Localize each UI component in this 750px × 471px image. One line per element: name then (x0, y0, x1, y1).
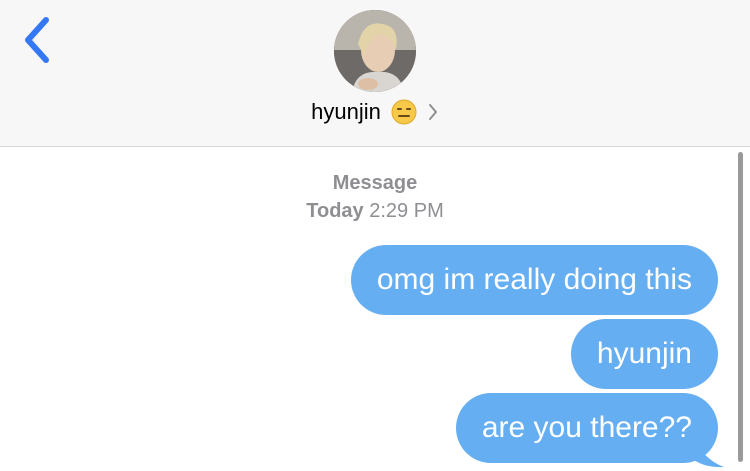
avatar[interactable] (334, 10, 416, 92)
timestamp: Today 2:29 PM (0, 200, 750, 223)
message-bubble[interactable]: are you there?? (455, 393, 718, 463)
avatar-photo (334, 10, 416, 92)
contact-details[interactable]: hyunjin (0, 96, 750, 128)
chevron-right-icon (428, 104, 437, 120)
scrollbar[interactable] (738, 152, 743, 462)
timestamp-time: 2:29 PM (369, 200, 444, 222)
conversation-header: hyunjin (0, 0, 750, 147)
service-label: Message (332, 172, 418, 194)
chevron-left-icon[interactable] (18, 14, 58, 66)
expressionless-face-emoji (391, 99, 417, 125)
contact-name: hyunjin (311, 99, 381, 124)
message-bubble[interactable]: omg im really doing this (350, 245, 718, 315)
message-bubble[interactable]: hyunjin (570, 319, 718, 389)
bubble-tail (690, 434, 724, 468)
timestamp-day: Today (306, 200, 364, 222)
